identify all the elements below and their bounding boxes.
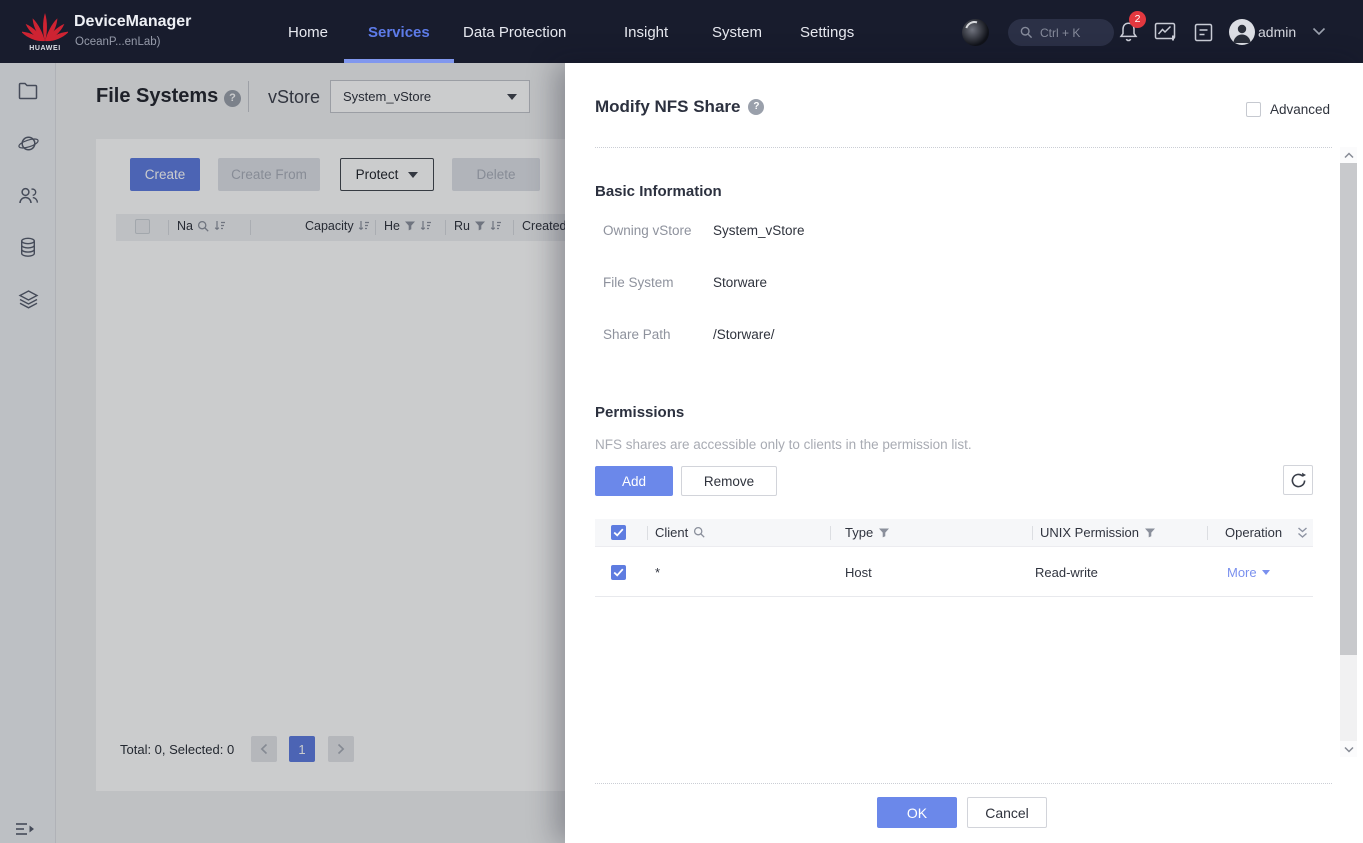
divider-bottom xyxy=(595,783,1332,784)
chevron-down-icon xyxy=(1262,570,1270,575)
refresh-button[interactable] xyxy=(1283,465,1313,495)
owning-vstore-value: System_vStore xyxy=(713,223,805,238)
scroll-down-button[interactable] xyxy=(1340,741,1357,757)
huawei-logo-icon: HUAWEI xyxy=(22,7,68,57)
permissions-note: NFS shares are accessible only to client… xyxy=(595,437,972,452)
check-icon xyxy=(613,528,624,537)
add-button[interactable]: Add xyxy=(595,466,673,496)
app-root: HUAWEI DeviceManager OceanP...enLab) Hom… xyxy=(0,0,1363,843)
refresh-icon xyxy=(1290,472,1307,489)
notification-count-badge: 2 xyxy=(1129,11,1146,28)
app-title: DeviceManager xyxy=(74,13,191,31)
nav-settings[interactable]: Settings xyxy=(800,24,854,41)
permissions-heading: Permissions xyxy=(595,404,684,421)
drawer-help-icon[interactable] xyxy=(748,99,764,115)
scrollbar-thumb[interactable] xyxy=(1340,163,1357,655)
row-checkbox[interactable] xyxy=(611,565,626,580)
advanced-label: Advanced xyxy=(1270,102,1330,117)
drawer-scrollbar xyxy=(1340,147,1357,757)
tasks-log-icon[interactable] xyxy=(1194,23,1213,42)
top-nav: HUAWEI DeviceManager OceanP...enLab) Hom… xyxy=(0,0,1363,63)
advanced-checkbox[interactable] xyxy=(1246,102,1261,117)
performance-monitor-icon[interactable] xyxy=(1154,22,1177,42)
more-actions-link[interactable]: More xyxy=(1227,565,1270,580)
nav-system[interactable]: System xyxy=(712,24,762,41)
column-client: Client xyxy=(655,525,706,540)
owning-vstore-label: Owning vStore xyxy=(603,223,692,238)
permissions-table: Client Type UNIX Permission Operation xyxy=(595,519,1313,597)
cell-unix-permission: Read-write xyxy=(1035,565,1098,580)
cell-type: Host xyxy=(845,565,872,580)
global-search[interactable]: Ctrl + K xyxy=(1008,19,1114,46)
username-label[interactable]: admin xyxy=(1258,24,1296,40)
filter-icon[interactable] xyxy=(1144,527,1156,539)
ok-button[interactable]: OK xyxy=(877,797,957,828)
advanced-toggle[interactable]: Advanced xyxy=(1246,102,1330,117)
filter-icon[interactable] xyxy=(878,527,890,539)
theme-toggle-icon[interactable] xyxy=(962,19,989,46)
permission-row[interactable]: * Host Read-write More xyxy=(595,547,1313,597)
nav-insight[interactable]: Insight xyxy=(624,24,668,41)
search-shortcut: Ctrl + K xyxy=(1040,26,1080,40)
huawei-logo-text: HUAWEI xyxy=(22,45,68,52)
share-path-value: /Storware/ xyxy=(713,327,775,342)
cell-client: * xyxy=(655,565,660,580)
file-system-label: File System xyxy=(603,275,674,290)
user-menu-chevron-icon[interactable] xyxy=(1312,27,1326,36)
remove-button[interactable]: Remove xyxy=(681,466,777,496)
modify-nfs-share-drawer: Modify NFS Share Advanced Basic Informat… xyxy=(565,63,1363,843)
check-icon xyxy=(613,568,624,577)
divider-top xyxy=(595,147,1332,148)
file-system-value: Storware xyxy=(713,275,767,290)
chevron-down-icon xyxy=(1344,746,1354,753)
nav-home[interactable]: Home xyxy=(288,24,328,41)
column-unix-permission: UNIX Permission xyxy=(1040,525,1156,540)
drawer-title: Modify NFS Share xyxy=(595,97,740,117)
cancel-button[interactable]: Cancel xyxy=(967,797,1047,828)
device-name: OceanP...enLab) xyxy=(75,36,160,48)
select-all-checkbox[interactable] xyxy=(611,525,626,540)
nav-data-protection[interactable]: Data Protection xyxy=(463,24,566,41)
nav-services[interactable]: Services xyxy=(368,24,430,41)
chevron-up-icon xyxy=(1344,152,1354,159)
column-settings-chevrons-icon[interactable] xyxy=(1297,527,1308,539)
scroll-up-button[interactable] xyxy=(1340,147,1357,163)
share-path-label: Share Path xyxy=(603,327,671,342)
column-operation: Operation xyxy=(1225,525,1282,540)
permissions-table-header: Client Type UNIX Permission Operation xyxy=(595,519,1313,547)
basic-info-heading: Basic Information xyxy=(595,183,722,200)
search-icon[interactable] xyxy=(693,526,706,539)
user-avatar[interactable] xyxy=(1229,19,1255,45)
column-type: Type xyxy=(845,525,890,540)
search-icon xyxy=(1020,26,1033,39)
